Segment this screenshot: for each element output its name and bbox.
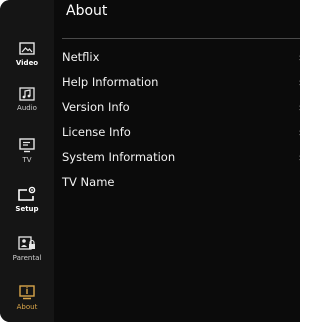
sidebar-item-label: Parental [12,254,42,262]
sidebar-item-tv[interactable]: TV [0,138,54,182]
menu-item-label: Netflix [62,50,100,64]
menu-item-help-information[interactable]: Help Information › [62,71,300,95]
menu-item-label: Version Info [62,100,130,114]
menu-item-label: System Information [62,150,176,164]
parental-lock-icon [18,236,35,250]
chevron-right-icon: › [299,76,300,89]
chevron-right-icon: › [299,101,300,114]
audio-icon [19,87,35,101]
sidebar-item-label: Setup [15,205,39,213]
sidebar-item-label: Audio [17,104,37,112]
sidebar-item-label: TV [22,156,32,164]
menu-item-netflix[interactable]: Netflix › [62,46,300,70]
sidebar-item-about[interactable]: About [0,285,54,322]
chevron-right-icon: › [299,51,300,64]
about-info-icon [19,285,35,300]
chevron-right-icon: › [299,126,300,139]
menu-item-tv-name[interactable]: TV Name [62,171,300,195]
sidebar: Video Audio TV Setup Parental About [0,0,54,322]
sidebar-item-parental[interactable]: Parental [0,236,54,280]
tv-icon [19,138,35,153]
menu-item-label: License Info [62,125,131,139]
sidebar-item-label: Video [15,59,39,67]
tv-settings-screen: Video Audio TV Setup Parental About Abou… [0,0,300,322]
sidebar-item-video[interactable]: Video [0,42,54,86]
sidebar-item-label: About [16,303,38,311]
menu-item-system-information[interactable]: System Information › [62,146,300,170]
menu-item-label: Help Information [62,75,159,89]
setup-icon [18,186,36,201]
chevron-right-icon: › [299,151,300,164]
menu-item-license-info[interactable]: License Info › [62,121,300,145]
page-title: About [66,3,108,19]
menu-item-version-info[interactable]: Version Info › [62,96,300,120]
sidebar-item-setup[interactable]: Setup [0,186,54,230]
title-divider [62,38,300,39]
menu-item-label: TV Name [62,175,115,189]
video-icon [19,42,35,55]
sidebar-item-audio[interactable]: Audio [0,87,54,131]
